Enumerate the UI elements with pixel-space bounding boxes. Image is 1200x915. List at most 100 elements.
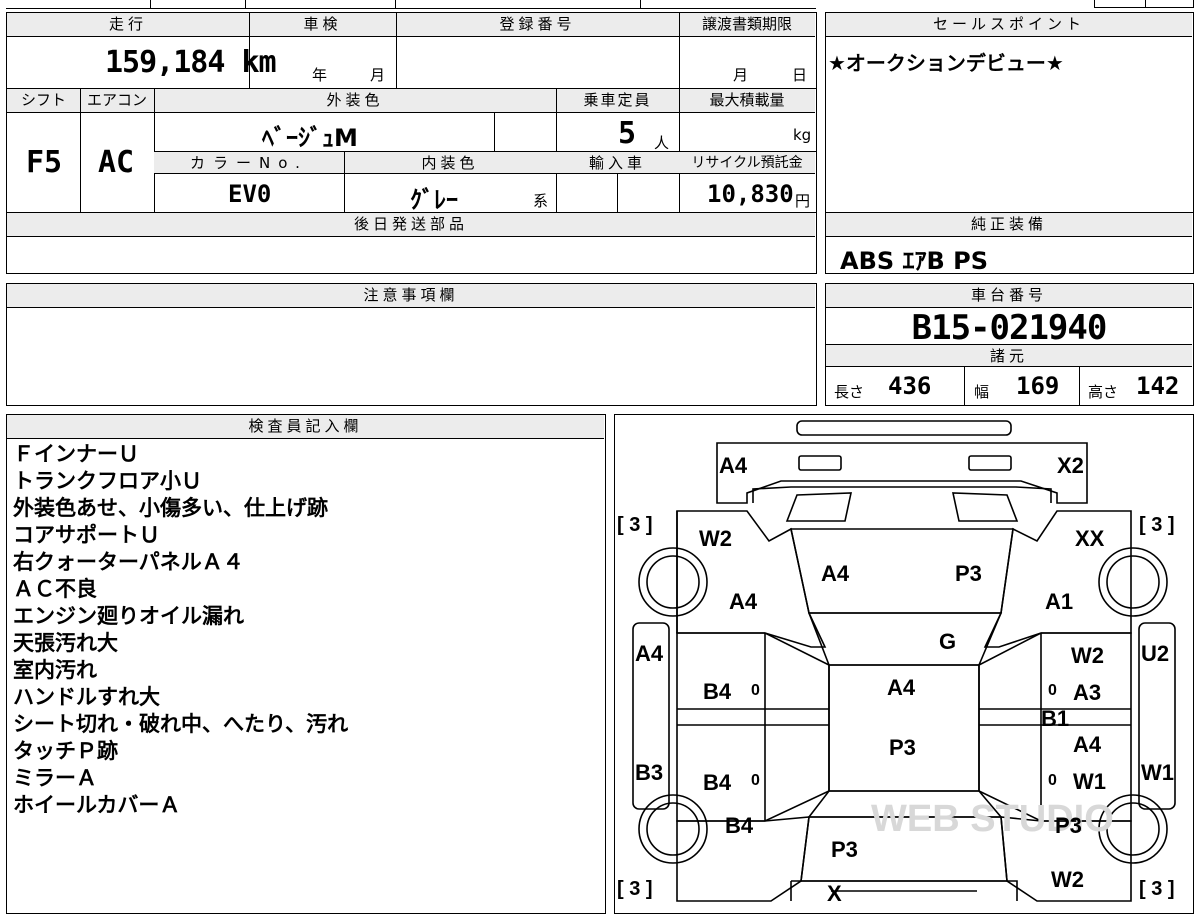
mark-side-right-lower: W1 [1141, 760, 1174, 785]
mileage-value: 159,184 km [105, 45, 277, 80]
inspector-note-line: 右クォーターパネルＡ４ [13, 550, 244, 574]
sales-point-box: セールスポイント ★オークションデビュー★ [825, 12, 1194, 213]
inspector-note-line: ハンドルすれ大 [13, 685, 160, 709]
inspector-notes: ＦインナーＵ トランクフロア小Ｕ 外装色あせ、小傷多い、仕上げ跡 コアサポートＵ 右クォ… [13, 441, 348, 819]
mark-hood-right: P3 [955, 561, 982, 586]
mark-side-left: A4 [635, 641, 664, 666]
mark-door-right-rear: A4 [1073, 732, 1102, 757]
tire-rear-left: [ 3 ] [617, 878, 653, 900]
zero-mark-3: 0 [1048, 682, 1057, 699]
inspector-note-line: ミラーＡ [13, 766, 97, 790]
mark-fender-left-upper: W2 [699, 526, 732, 551]
mark-door-left-front: B4 [703, 679, 732, 704]
mark-front-right: X2 [1057, 453, 1084, 478]
standard-equipment-box: 純正装備 ABS ｴｱB PS [825, 212, 1194, 275]
inspector-note-line: 外装色あせ、小傷多い、仕上げ跡 [13, 496, 328, 520]
shift-label: シフト [7, 89, 80, 113]
inspector-note-line: ＡＣ不良 [13, 577, 97, 601]
chassis-label: 車台番号 [826, 284, 1192, 308]
top-strip [6, 0, 816, 9]
interior-color-label: 内装色 [344, 152, 556, 174]
capacity-value: 5 [618, 116, 637, 151]
inspector-note-line: トランクフロア小Ｕ [13, 469, 202, 493]
mark-rear-center: X [827, 881, 842, 906]
capacity-label: 乗車定員 [556, 89, 679, 113]
mark-fender-left: A4 [729, 589, 758, 614]
import-label: 輸入車 [556, 152, 679, 174]
length-value: 436 [888, 372, 932, 400]
height-value: 142 [1136, 372, 1180, 400]
recycle-unit: 円 [795, 192, 811, 210]
mark-hood-left: A4 [821, 561, 850, 586]
car-diagram: WEB STUDIO A4 X2 A4 P3 W2 A4 XX A1 G A4 … [617, 420, 1176, 906]
sales-point-label: セールスポイント [826, 13, 1192, 37]
mark-door-right-front: W2 [1071, 643, 1104, 668]
mark-pillar-right: B1 [1041, 706, 1069, 731]
inspector-label: 検査員記入欄 [7, 415, 604, 439]
mileage-label: 走行 [7, 13, 249, 37]
zero-mark-4: 0 [1048, 772, 1057, 789]
color-no-value: EV0 [228, 180, 272, 208]
tire-front-left: [ 3 ] [617, 514, 653, 536]
shaken-month-unit: 月 [370, 66, 386, 84]
mark-fender-right-upper: XX [1075, 526, 1105, 551]
inspector-note-line: エンジン廻りオイル漏れ [13, 604, 244, 628]
mark-door-left-rear: B4 [703, 770, 732, 795]
max-load-label: 最大積載量 [679, 89, 815, 113]
inspector-note-line: ＦインナーＵ [13, 442, 139, 466]
shift-value: F5 [26, 145, 63, 180]
mark-door-right-front2: A3 [1073, 680, 1101, 705]
standard-equipment-label: 純正装備 [826, 213, 1192, 237]
damage-diagram-box: WEB STUDIO A4 X2 A4 P3 W2 A4 XX A1 G A4 … [614, 414, 1194, 914]
mark-roof: A4 [887, 675, 916, 700]
mark-roof-lower: P3 [889, 735, 916, 760]
tire-rear-right: [ 3 ] [1139, 878, 1175, 900]
mark-quarter-left: B4 [725, 813, 754, 838]
max-load-unit: kg [793, 126, 812, 144]
registration-label: 登録番号 [396, 13, 679, 37]
width-label: 幅 [974, 383, 990, 401]
zero-mark-1: 0 [751, 682, 760, 699]
height-label: 高さ [1088, 383, 1119, 401]
inspector-note-line: 天張汚れ大 [13, 631, 118, 655]
interior-color-suffix: 系 [533, 192, 549, 210]
standard-equipment-value: ABS ｴｱB PS [840, 247, 989, 275]
width-value: 169 [1016, 372, 1060, 400]
inspector-note-line: ホイールカバーＡ [13, 793, 181, 817]
mark-fender-right: A1 [1045, 589, 1073, 614]
mark-door-right-rear2: W1 [1073, 769, 1106, 794]
mark-side-right: U2 [1141, 641, 1169, 666]
capacity-unit: 人 [654, 134, 670, 152]
transfer-day-unit: 日 [792, 66, 808, 84]
exterior-color-label: 外装色 [154, 89, 556, 113]
inspector-note-line: タッチＰ跡 [13, 739, 118, 763]
sales-point-text: ★オークションデビュー★ [828, 51, 1064, 75]
exterior-color-value: ﾍﾞｰｼﾞｭM [262, 124, 358, 152]
mark-side-left-lower: B3 [635, 760, 663, 785]
transfer-deadline-label: 譲渡書類期限 [679, 13, 815, 37]
caution-label: 注意事項欄 [7, 284, 815, 308]
shaken-label: 車検 [249, 13, 396, 37]
specs-label: 諸元 [826, 345, 1192, 367]
tire-front-right: [ 3 ] [1139, 514, 1175, 536]
inspector-note-line: コアサポートＵ [13, 523, 160, 547]
mark-front-left: A4 [719, 453, 748, 478]
interior-color-value: ｸﾞﾚｰ [410, 186, 458, 214]
inspector-box: 検査員記入欄 ＦインナーＵ トランクフロア小Ｕ 外装色あせ、小傷多い、仕上げ跡 コアサ… [6, 414, 606, 914]
mark-rear-right: W2 [1051, 867, 1084, 892]
mark-trunk: P3 [831, 837, 858, 862]
aircon-value: AC [98, 145, 135, 180]
length-label: 長さ [834, 383, 865, 401]
chassis-box: 車台番号 B15-021940 諸元 長さ 436 幅 169 高さ 142 [825, 283, 1194, 406]
recycle-value: 10,830 [707, 180, 794, 208]
recycle-label: リサイクル預託金 [679, 152, 815, 174]
aircon-label: エアコン [80, 89, 154, 113]
mark-quarter-right: P3 [1055, 813, 1082, 838]
transfer-month-unit: 月 [733, 66, 749, 84]
caution-box: 注意事項欄 [6, 283, 817, 406]
inspector-note-line: 室内汚れ [13, 658, 97, 682]
zero-mark-2: 0 [751, 772, 760, 789]
inspector-note-line: シート切れ・破れ中、へたり、汚れ [13, 712, 349, 736]
later-parts-label: 後日発送部品 [7, 213, 815, 237]
top-right-strip [1094, 0, 1194, 8]
